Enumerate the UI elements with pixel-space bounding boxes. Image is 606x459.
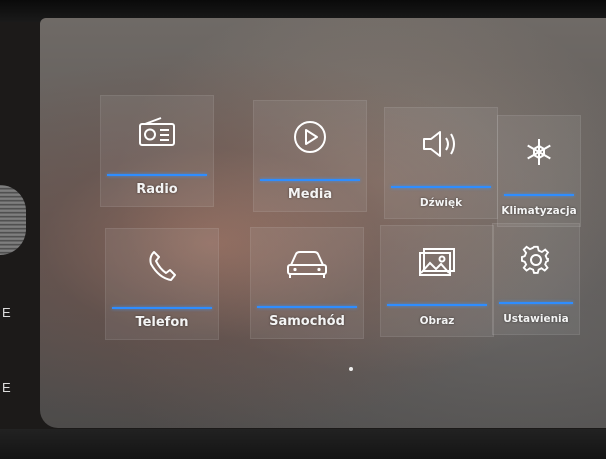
tile-label-media: Media (287, 187, 333, 202)
gear-icon (493, 242, 579, 278)
tile-accent-bar (391, 186, 491, 188)
tile-accent-bar (504, 194, 574, 196)
home-menu-grid: Radio Media Dźwięk Klimatyzacja Telefon … (100, 95, 581, 350)
car-icon (251, 246, 363, 282)
tile-settings[interactable]: Ustawienia (492, 223, 580, 335)
tile-radio[interactable]: Radio (100, 95, 214, 207)
tile-accent-bar (257, 306, 357, 308)
tile-climate[interactable]: Klimatyzacja (497, 115, 581, 227)
tile-media[interactable]: Media (253, 100, 367, 212)
tile-label-image: Obraz (419, 315, 455, 327)
tile-phone[interactable]: Telefon (105, 228, 219, 340)
tile-accent-bar (107, 174, 207, 176)
volume-knob[interactable] (0, 185, 26, 255)
tile-label-settings: Ustawienia (503, 313, 569, 325)
tile-label-radio: Radio (136, 182, 178, 197)
tile-accent-bar (112, 307, 212, 309)
phone-icon (106, 247, 218, 283)
page-indicator-dot (349, 367, 353, 371)
snowflake-icon (498, 134, 580, 170)
tile-image[interactable]: Obraz (380, 225, 494, 337)
tile-label-vehicle: Samochód (269, 314, 345, 329)
radio-icon (101, 114, 213, 150)
image-icon (381, 244, 493, 280)
tile-label-sound: Dźwięk (419, 197, 463, 209)
tile-label-climate: Klimatyzacja (501, 205, 577, 217)
tile-vehicle[interactable]: Samochód (250, 227, 364, 339)
tile-accent-bar (499, 302, 573, 304)
tile-sound[interactable]: Dźwięk (384, 107, 498, 219)
tile-accent-bar (260, 179, 360, 181)
tile-label-phone: Telefon (135, 315, 189, 330)
play-icon (254, 119, 366, 155)
speaker-icon (385, 126, 497, 162)
side-mark-lower: E (2, 380, 11, 395)
tile-accent-bar (387, 304, 487, 306)
side-mark-upper: E (2, 305, 11, 320)
display-bezel-bottom (0, 429, 606, 459)
